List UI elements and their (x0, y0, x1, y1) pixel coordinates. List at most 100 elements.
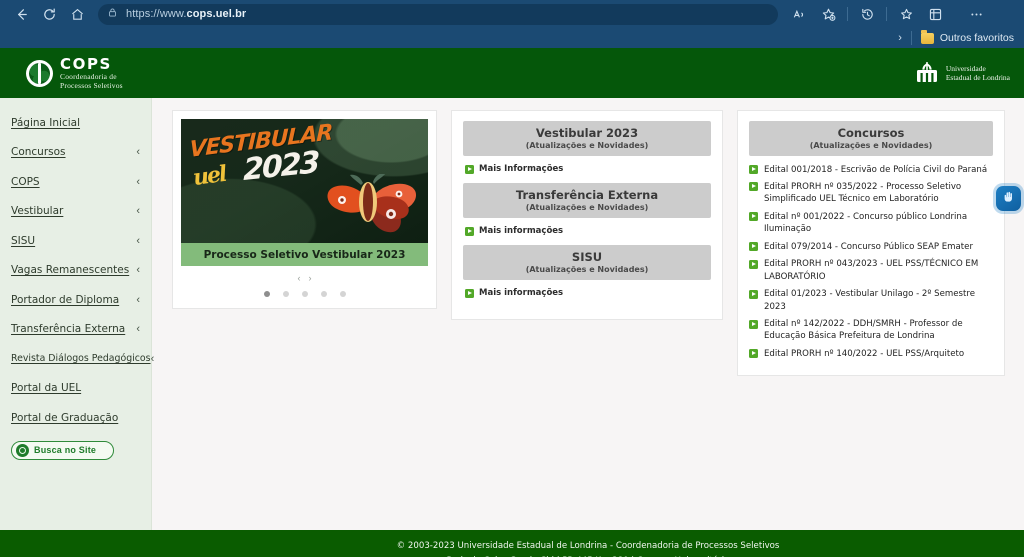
more-info-label: Mais Informações (479, 164, 564, 174)
carousel-dot-5[interactable] (339, 291, 346, 297)
more-info-link-transferencia-externa[interactable]: Mais informações (463, 223, 711, 240)
sidebar-item-transferencia-externa[interactable]: Transferência Externa ‹ (0, 315, 151, 345)
play-bullet-icon (749, 289, 758, 299)
list-item[interactable]: Edital PRORH nº 140/2022 - UEL PSS/Arqui… (749, 345, 993, 362)
carousel-nav: ‹ › (181, 270, 428, 286)
chevron-left-icon: ‹ (136, 264, 140, 277)
favorites-overflow-chevron[interactable]: › (898, 32, 902, 44)
page-body: Página Inicial Concursos ‹ COPS ‹ Vestib… (0, 98, 1024, 530)
uel-logo[interactable]: Universidade Estadual de Londrina (914, 61, 1010, 85)
toolbar-divider-2 (886, 7, 887, 21)
panel-subtitle: (Atualizações e Novidades) (809, 141, 933, 150)
play-bullet-icon (465, 288, 474, 298)
chevron-left-icon: ‹ (136, 293, 140, 306)
more-info-link-sisu[interactable]: Mais informações (463, 285, 711, 302)
sidebar-item-label: Revista Diálogos Pedagógicos (11, 353, 151, 365)
play-bullet-icon (749, 165, 758, 174)
carousel-dot-1[interactable] (263, 291, 270, 297)
cops-logo[interactable]: COPS Coordenadoria de Processos Seletivo… (26, 54, 123, 90)
list-item[interactable]: Edital PRORH nº 035/2022 - Processo Sele… (749, 178, 993, 208)
sidebar-item-portal-de-graduacao[interactable]: Portal de Graduação (0, 403, 151, 433)
history-button[interactable] (854, 3, 880, 25)
favorites-divider (910, 31, 912, 45)
list-item[interactable]: Edital PRORH nº 043/2023 - UEL PSS/TÉCNI… (749, 256, 993, 286)
sidebar-item-portal-da-uel[interactable]: Portal da UEL (0, 374, 151, 404)
carousel-dot-3[interactable] (301, 291, 308, 297)
edital-label: Edital PRORH nº 043/2023 - UEL PSS/TÉCNI… (764, 259, 979, 282)
chevron-left-icon: ‹ (136, 146, 140, 159)
play-bullet-icon (465, 164, 474, 174)
uel-wordmark: Universidade Estadual de Londrina (946, 64, 1010, 83)
main-content: VESTIBULAR uel 2023 Processo Seletivo Ve… (152, 98, 1024, 530)
list-item[interactable]: Edital 079/2014 - Concurso Público SEAP … (749, 238, 993, 255)
add-favorite-icon (821, 7, 836, 22)
sidebar-item-portador-de-diploma[interactable]: Portador de Diploma ‹ (0, 285, 151, 315)
sidebar-item-pagina-inicial[interactable]: Página Inicial (0, 108, 151, 138)
favorites-button[interactable] (893, 3, 919, 25)
carousel-slide-image[interactable]: VESTIBULAR uel 2023 (181, 119, 428, 243)
uel-crest-icon (914, 61, 940, 85)
collections-button[interactable] (922, 3, 948, 25)
search-icon (16, 443, 29, 457)
collections-icon (928, 7, 943, 22)
play-bullet-icon (749, 242, 758, 252)
footer-copyright: © 2003-2023 Universidade Estadual de Lon… (396, 540, 780, 551)
sidebar-item-cops[interactable]: COPS ‹ (0, 167, 151, 197)
address-bar-text: https://www.cops.uel.br (126, 8, 247, 20)
sign-language-hand-icon (1002, 190, 1016, 207)
list-item[interactable]: Edital nº 142/2022 - DDH/SMRH - Professo… (749, 316, 993, 346)
more-options-button[interactable] (963, 3, 989, 25)
read-aloud-icon (792, 7, 807, 22)
sidebar-item-revista-dialogos-pedagogicos[interactable]: Revista Diálogos Pedagógicos ‹ (0, 344, 154, 374)
chevron-left-icon: ‹ (150, 352, 155, 365)
play-bullet-icon (749, 349, 758, 359)
sidebar-item-vestibular[interactable]: Vestibular ‹ (0, 197, 151, 227)
cops-brand-sub1: Coordenadoria de (60, 72, 117, 81)
carousel-dot-4[interactable] (320, 291, 327, 297)
carousel-caption: Processo Seletivo Vestibular 2023 (181, 243, 428, 266)
more-info-link-vestibular[interactable]: Mais Informações (463, 161, 711, 178)
sidebar-item-label: COPS (11, 175, 40, 188)
favorites-bar: › Outros favoritos (0, 28, 1024, 48)
carousel-prev-button[interactable]: ‹ (298, 273, 301, 283)
concursos-panel: Concursos (Atualizações e Novidades) Edi… (737, 110, 1005, 376)
libras-accessibility-button[interactable] (996, 186, 1021, 211)
edital-label: Edital 079/2014 - Concurso Público SEAP … (764, 241, 973, 252)
site-search-button[interactable]: Busca no Site (11, 440, 114, 460)
cops-globe-icon (26, 59, 53, 87)
home-icon (70, 7, 85, 22)
sidebar: Página Inicial Concursos ‹ COPS ‹ Vestib… (0, 98, 154, 530)
panel-subtitle: (Atualizações e Novidades) (525, 203, 649, 212)
favorites-star-icon (899, 7, 914, 22)
cops-brand-title: COPS (60, 54, 112, 73)
panel-title: Transferência Externa (515, 188, 659, 202)
sidebar-item-sisu[interactable]: SISU ‹ (0, 226, 151, 256)
panel-header-concursos: Concursos (Atualizações e Novidades) (749, 121, 993, 156)
chevron-left-icon: ‹ (136, 323, 140, 336)
reload-icon (42, 7, 57, 22)
list-item[interactable]: Edital 001/2018 - Escrivão de Polícia Ci… (749, 161, 993, 178)
uel-line1: Universidade (945, 63, 986, 73)
back-button[interactable] (8, 3, 34, 25)
back-arrow-icon (14, 7, 29, 22)
updates-panel: Vestibular 2023 (Atualizações e Novidade… (451, 110, 723, 320)
home-button[interactable] (64, 3, 90, 25)
list-item[interactable]: Edital nº 001/2022 - Concurso público Lo… (749, 208, 993, 238)
toolbar-divider (847, 7, 848, 21)
reload-button[interactable] (36, 3, 62, 25)
chevron-left-icon: ‹ (136, 175, 140, 188)
add-favorite-button[interactable] (815, 3, 841, 25)
address-bar[interactable]: https://www.cops.uel.br (98, 3, 778, 25)
carousel-next-button[interactable]: › (309, 273, 312, 283)
panel-title: SISU (571, 250, 603, 264)
read-aloud-button[interactable] (786, 3, 812, 25)
play-bullet-icon (749, 212, 758, 222)
sidebar-item-vagas-remanescentes[interactable]: Vagas Remanescentes ‹ (0, 256, 151, 286)
edital-label: Edital nº 001/2022 - Concurso público Lo… (764, 211, 968, 235)
sidebar-item-concursos[interactable]: Concursos ‹ (0, 138, 151, 168)
list-item[interactable]: Edital 01/2023 - Vestibular Unilago - 2º… (749, 286, 993, 316)
other-favorites-label[interactable]: Outros favoritos (940, 32, 1014, 44)
site-footer: © 2003-2023 Universidade Estadual de Lon… (0, 530, 1024, 557)
sidebar-item-label: SISU (11, 234, 36, 247)
carousel-dot-2[interactable] (282, 291, 289, 297)
